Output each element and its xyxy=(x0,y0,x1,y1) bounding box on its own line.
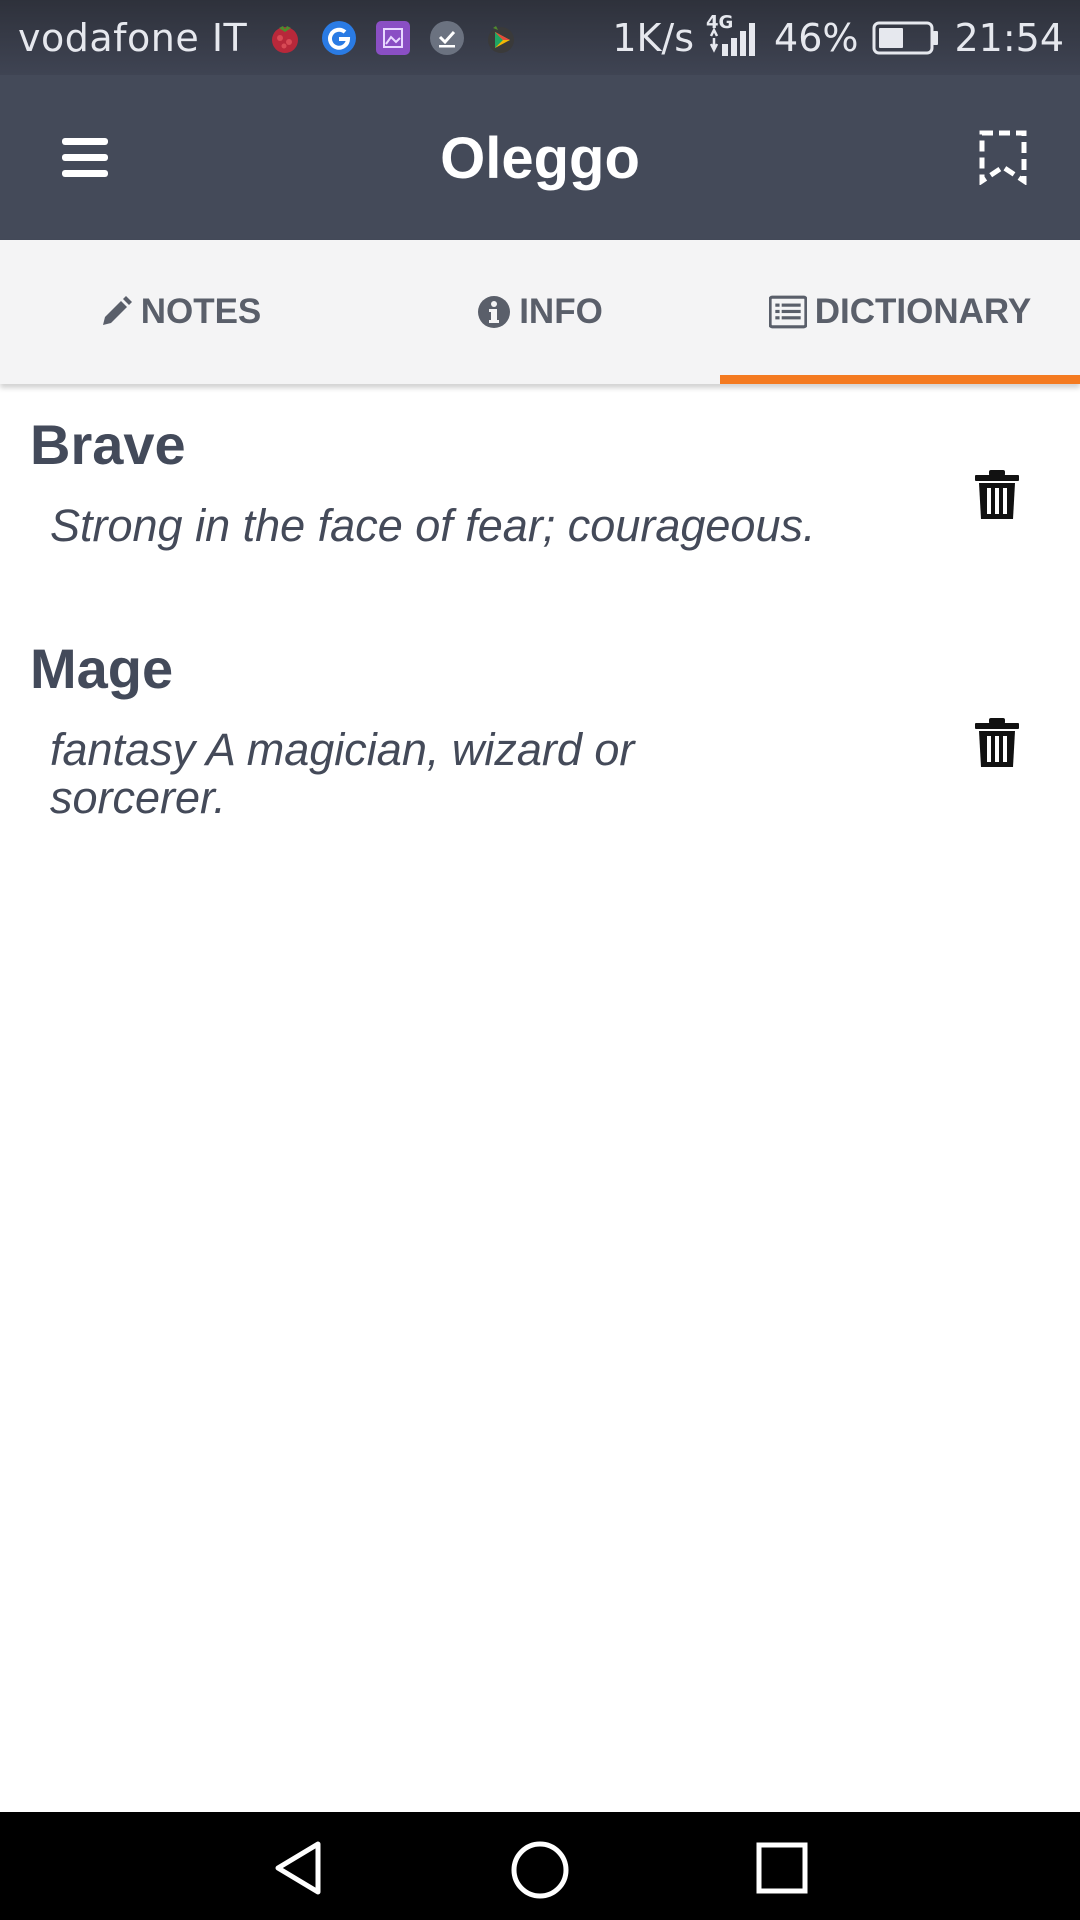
tab-dictionary-label: DICTIONARY xyxy=(814,292,1032,331)
tab-notes[interactable]: NOTES xyxy=(0,240,360,384)
tab-info-label: INFO xyxy=(519,292,603,331)
list-item[interactable]: Mage fantasy A magician, wizard or sorce… xyxy=(0,608,1080,832)
play-games-icon xyxy=(488,25,515,53)
status-right: 1K/s 4G 46% 21:54 xyxy=(598,12,1064,60)
clock-time: 21:54 xyxy=(954,15,1064,60)
delete-button[interactable] xyxy=(974,470,1020,520)
dictionary-list: Brave Strong in the face of fear; courag… xyxy=(0,384,1080,832)
raspberry-app-icon xyxy=(272,25,299,53)
entry-word: Brave xyxy=(30,413,186,476)
list-alt-icon xyxy=(768,295,807,329)
tab-dictionary[interactable]: DICTIONARY xyxy=(720,240,1080,384)
google-icon xyxy=(322,20,357,55)
home-circle-icon xyxy=(511,1841,569,1899)
entry-definition: fantasy A magician, wizard or sorcerer. xyxy=(50,724,635,823)
tab-notes-label: NOTES xyxy=(140,292,262,331)
info-circle-icon xyxy=(478,296,511,328)
carrier-name: vodafone IT xyxy=(18,15,248,60)
pencil-icon xyxy=(102,296,132,325)
battery-icon xyxy=(872,21,939,54)
recents-square-icon xyxy=(756,1842,808,1894)
entry-definition: Strong in the face of fear; courageous. xyxy=(50,500,816,551)
back-button[interactable] xyxy=(272,1840,328,1896)
tab-bar: NOTES INFO DICTIONARY xyxy=(0,240,1080,384)
app-bar: Oleggo xyxy=(0,75,1080,240)
navigation-bar xyxy=(0,1812,1080,1920)
signal-indicator: 4G xyxy=(706,12,760,58)
gallery-app-icon xyxy=(376,20,411,55)
bookmark-icon xyxy=(979,130,1027,186)
status-left: vodafone IT xyxy=(18,16,537,60)
recents-button[interactable] xyxy=(754,1840,810,1896)
tasks-app-icon xyxy=(430,20,465,55)
bookmark-button[interactable] xyxy=(974,125,1034,191)
app-title: Oleggo xyxy=(440,126,640,191)
active-tab-indicator xyxy=(720,375,1080,384)
trash-icon xyxy=(975,470,1019,519)
net-speed: 1K/s xyxy=(612,15,695,60)
tab-info[interactable]: INFO xyxy=(360,240,720,384)
entry-word: Mage xyxy=(30,637,174,700)
trash-icon xyxy=(975,718,1019,767)
battery-percent: 46% xyxy=(774,15,859,60)
status-bar: vodafone IT 1K/s 4G 46% 21:54 xyxy=(0,0,1080,75)
delete-button[interactable] xyxy=(974,718,1020,768)
network-type: 4G xyxy=(706,11,734,33)
list-item[interactable]: Brave Strong in the face of fear; courag… xyxy=(0,384,1080,608)
back-triangle-icon xyxy=(275,1841,321,1895)
home-button[interactable] xyxy=(510,1840,569,1899)
